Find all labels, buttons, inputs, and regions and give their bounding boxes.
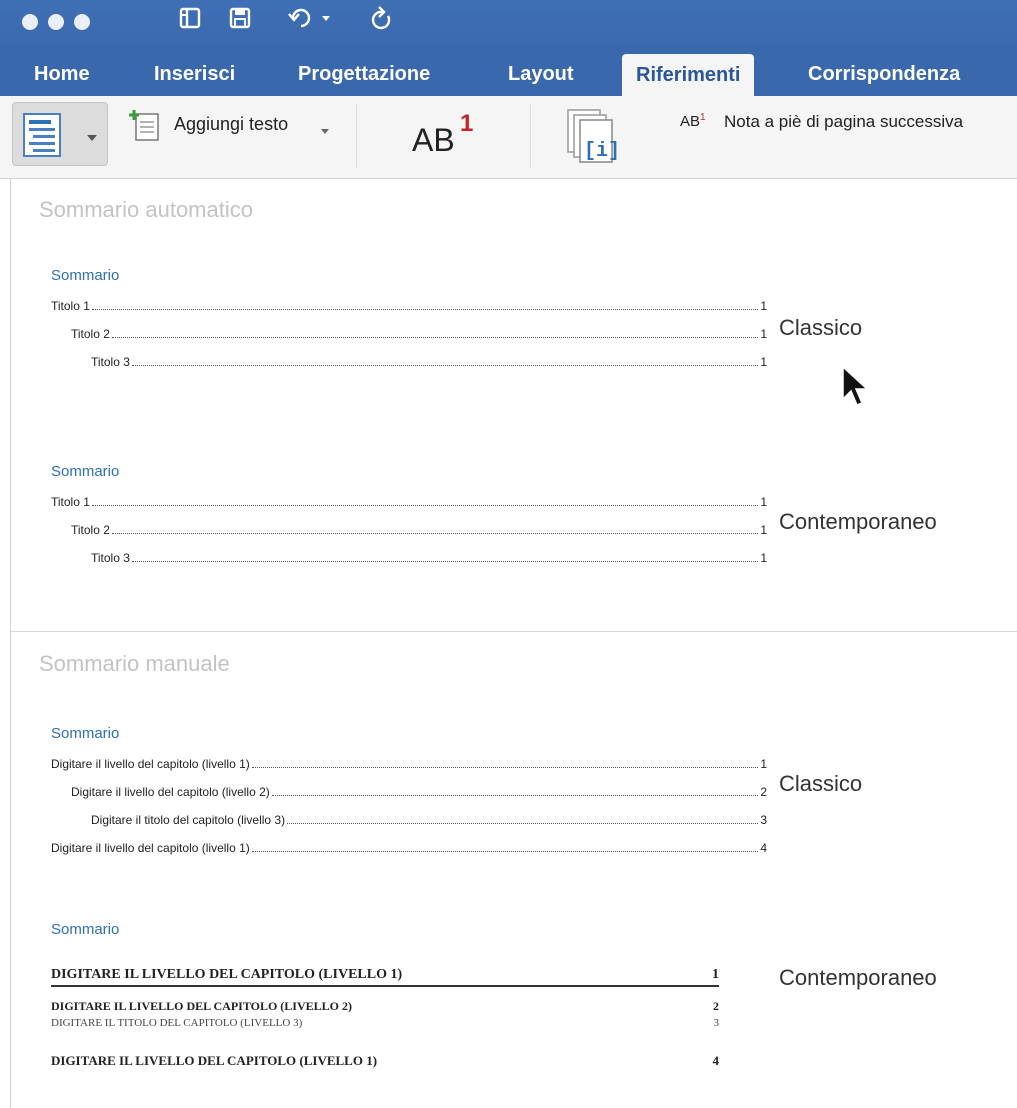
add-text-label: Aggiungi testo	[174, 114, 289, 134]
toc-entry-page: 1	[760, 523, 767, 537]
toc-entry-text: Titolo 1	[51, 495, 90, 509]
toc-entry: Titolo 1 1	[51, 297, 767, 313]
ribbon-tab-bar: Home Inserisci Progettazione Layout Rife…	[0, 52, 1017, 98]
toc-entry-page: 1	[760, 299, 767, 313]
toc-entry: DIGITARE IL TITOLO DEL CAPITOLO (LIVELLO…	[51, 1017, 719, 1029]
chevron-down-icon	[87, 129, 97, 147]
add-text-button[interactable]: Aggiungi testo	[128, 108, 338, 148]
undo-icon[interactable]	[288, 6, 332, 36]
toc-entry: Digitare il livello del capitolo (livell…	[51, 839, 767, 855]
window-title-bar	[0, 0, 1017, 52]
toc-entry-text: Digitare il livello del capitolo (livell…	[51, 757, 250, 771]
toc-style-label: Contemporaneo	[779, 509, 937, 534]
toc-title: Sommario	[51, 267, 120, 284]
toc-entry-page: 1	[760, 327, 767, 341]
table-of-contents-icon	[23, 113, 61, 162]
toc-entry-page: 1	[760, 551, 767, 565]
next-footnote-button[interactable]: AB1 Nota a piè di pagina successiva	[680, 108, 1017, 138]
toc-entry-text: Digitare il titolo del capitolo (livello…	[91, 813, 286, 827]
table-of-contents-gallery: Sommario automatico Sommario Titolo 1 1 T…	[10, 179, 1017, 1108]
toc-entry-text: Titolo 3	[91, 551, 130, 565]
tab-home[interactable]: Home	[34, 52, 90, 96]
toc-entry-page: 4	[760, 841, 767, 855]
next-footnote-icon: AB1	[680, 112, 706, 130]
toc-entry-page: 1	[760, 757, 767, 771]
toc-entry: Titolo 2 1	[71, 521, 767, 537]
insert-endnote-button[interactable]: [i]	[566, 108, 620, 171]
save-icon[interactable]	[228, 6, 252, 36]
redo-icon[interactable]	[370, 6, 394, 36]
svg-text:[i]: [i]	[584, 140, 618, 163]
tab-inserisci[interactable]: Inserisci	[154, 52, 235, 96]
toc-title: Sommario	[51, 921, 120, 938]
zoom-window-button[interactable]	[74, 14, 90, 30]
toc-entry-text: Titolo 3	[91, 355, 130, 369]
toc-option-manual-classic[interactable]: Sommario Digitare il livello del capitol…	[11, 717, 1017, 867]
toc-entry-text: Digitare il livello del capitolo (livell…	[51, 841, 250, 855]
section-heading-manual: Sommario manuale	[39, 651, 230, 676]
table-of-contents-button[interactable]	[12, 102, 108, 166]
close-window-button[interactable]	[22, 14, 38, 30]
toc-style-label: Contemporaneo	[779, 965, 937, 990]
toc-entry: Titolo 3 1	[91, 549, 767, 565]
toc-entry-text: DIGITARE IL LIVELLO DEL CAPITOLO (LIVELL…	[51, 967, 403, 982]
ribbon: Aggiungi testo AB 1 [i] AB1 Nota a piè d…	[0, 96, 1017, 179]
endnote-icon: [i]	[566, 108, 620, 171]
toc-entry-page: 1	[760, 355, 767, 369]
toc-entry: Digitare il livello del capitolo (livell…	[51, 755, 767, 771]
toc-entry-page: 3	[760, 813, 767, 827]
ribbon-separator	[530, 104, 531, 168]
toc-entry-text: Titolo 2	[71, 523, 110, 537]
layout-icon[interactable]	[178, 6, 202, 36]
next-footnote-icon-sup: 1	[700, 112, 706, 123]
toc-entry-text: Titolo 2	[71, 327, 110, 341]
minimize-window-button[interactable]	[48, 14, 64, 30]
toc-entry-text: Titolo 1	[51, 299, 90, 313]
next-footnote-icon-text: AB	[680, 113, 701, 130]
toc-style-label: Classico	[779, 771, 863, 796]
toc-entry: Titolo 3 1	[91, 353, 767, 369]
tab-riferimenti[interactable]: Riferimenti	[622, 54, 755, 98]
toc-title: Sommario	[51, 725, 120, 742]
tab-corrispondenza[interactable]: Corrispondenza	[808, 52, 960, 96]
toc-entry: DIGITARE IL LIVELLO DEL CAPITOLO (LIVELL…	[51, 967, 719, 987]
toc-entry: Digitare il livello del capitolo (livell…	[71, 783, 767, 799]
toc-entry: DIGITARE IL LIVELLO DEL CAPITOLO (LIVELL…	[51, 999, 719, 1014]
section-divider	[11, 631, 1017, 632]
toc-style-label: Classico	[779, 315, 863, 340]
toc-entry-page: 4	[712, 1053, 720, 1068]
toc-entry-page: 1	[760, 495, 767, 509]
footnote-superscript: 1	[460, 110, 474, 137]
toc-entry-page: 2	[713, 999, 719, 1013]
chevron-down-icon	[321, 122, 329, 140]
toc-entry-page: 3	[713, 1017, 720, 1029]
toc-entry-text: DIGITARE IL TITOLO DEL CAPITOLO (LIVELLO…	[51, 1017, 303, 1029]
add-text-icon	[128, 108, 160, 147]
toc-option-manual-contemporary[interactable]: Sommario DIGITARE IL LIVELLO DEL CAPITOL…	[11, 915, 1017, 1075]
toc-entry-text: DIGITARE IL LIVELLO DEL CAPITOLO (LIVELL…	[51, 999, 352, 1013]
footnote-icon-text: AB	[412, 122, 455, 158]
toc-option-automatic-contemporary[interactable]: Sommario Titolo 1 1 Titolo 2 1 Titolo 3 1 C…	[11, 455, 1017, 585]
tab-progettazione[interactable]: Progettazione	[298, 52, 430, 96]
toc-entry: Titolo 1 1	[51, 493, 767, 509]
section-heading-automatic: Sommario automatico	[39, 197, 253, 222]
toc-entry: Titolo 2 1	[71, 325, 767, 341]
insert-footnote-button[interactable]: AB 1	[412, 110, 492, 160]
tab-layout[interactable]: Layout	[508, 52, 574, 96]
toc-entry-page: 2	[760, 785, 767, 799]
toc-entry-text: DIGITARE IL LIVELLO DEL CAPITOLO (LIVELL…	[51, 1053, 378, 1068]
toc-entry-page: 1	[712, 967, 719, 982]
toc-entry: DIGITARE IL LIVELLO DEL CAPITOLO (LIVELL…	[51, 1053, 719, 1069]
ribbon-separator	[356, 104, 357, 168]
toc-entry: Digitare il titolo del capitolo (livello…	[91, 811, 767, 827]
toc-title: Sommario	[51, 463, 120, 480]
toc-entry-text: Digitare il livello del capitolo (livell…	[71, 785, 270, 799]
mouse-pointer-icon	[841, 365, 873, 414]
next-footnote-label: Nota a piè di pagina successiva	[724, 112, 964, 131]
